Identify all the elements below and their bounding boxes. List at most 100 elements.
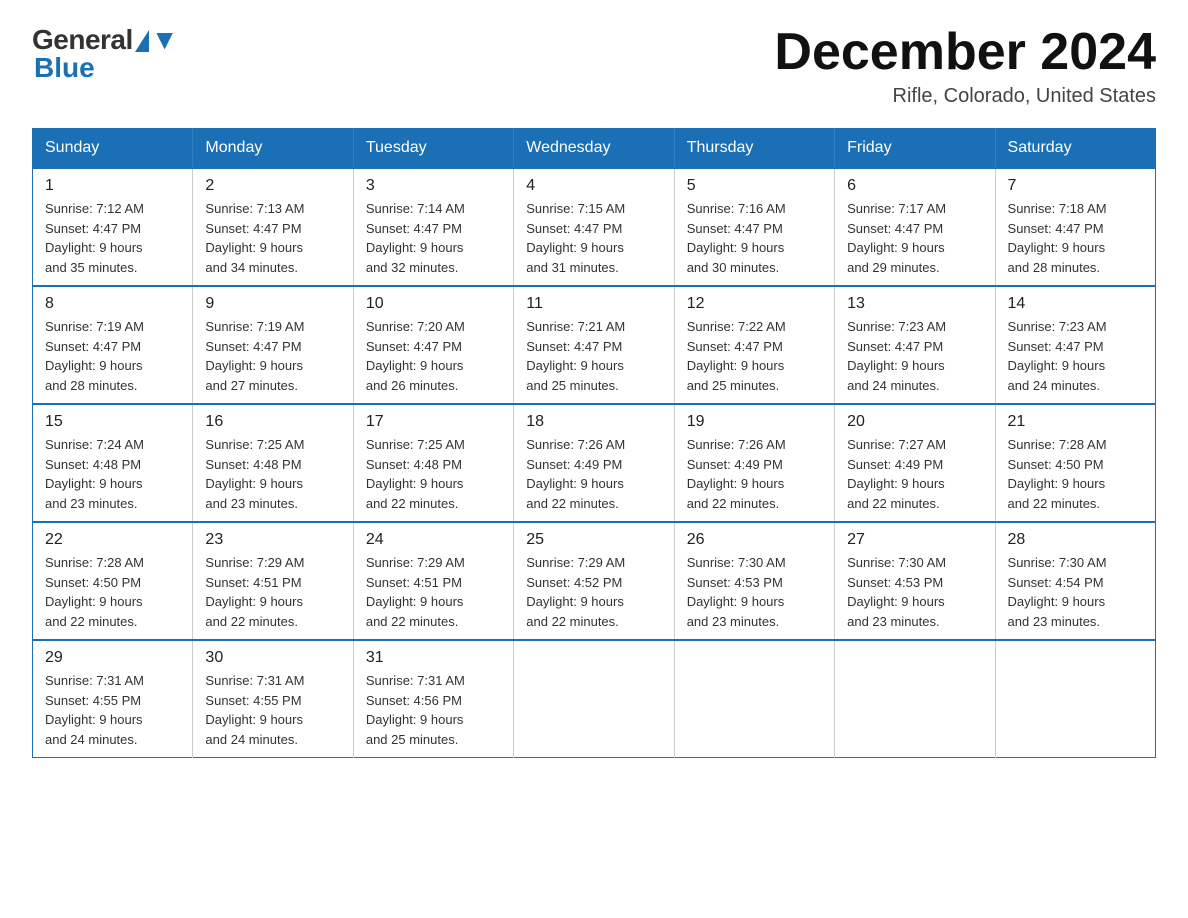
day-number: 25 [526, 531, 661, 549]
calendar-cell: 7 Sunrise: 7:18 AMSunset: 4:47 PMDaylight… [995, 168, 1155, 286]
day-number: 4 [526, 177, 661, 195]
day-number: 22 [45, 531, 180, 549]
day-number: 26 [687, 531, 822, 549]
calendar-table: SundayMondayTuesdayWednesdayThursdayFrid… [32, 128, 1156, 758]
day-info: Sunrise: 7:30 AMSunset: 4:54 PMDaylight:… [1008, 553, 1143, 631]
day-number: 16 [205, 413, 340, 431]
day-number: 19 [687, 413, 822, 431]
day-info: Sunrise: 7:24 AMSunset: 4:48 PMDaylight:… [45, 435, 180, 513]
day-info: Sunrise: 7:25 AMSunset: 4:48 PMDaylight:… [366, 435, 501, 513]
day-info: Sunrise: 7:30 AMSunset: 4:53 PMDaylight:… [687, 553, 822, 631]
calendar-cell: 16Sunrise: 7:25 AMSunset: 4:48 PMDayligh… [193, 404, 353, 522]
day-info: Sunrise: 7:21 AMSunset: 4:47 PMDaylight:… [526, 317, 661, 395]
calendar-cell: 4Sunrise: 7:15 AMSunset: 4:47 PMDaylight… [514, 168, 674, 286]
calendar-cell: 19 Sunrise: 7:26 AMSunset: 4:49 PMDayligh… [674, 404, 834, 522]
day-info: Sunrise: 7:27 AMSunset: 4:49 PMDaylight:… [847, 435, 982, 513]
day-info: Sunrise: 7:28 AMSunset: 4:50 PMDaylight:… [1008, 435, 1143, 513]
calendar-cell: 31 Sunrise: 7:31 AMSunset: 4:56 PMDayligh… [353, 640, 513, 758]
calendar-cell: 21 Sunrise: 7:28 AMSunset: 4:50 PMDayligh… [995, 404, 1155, 522]
calendar-header-row: SundayMondayTuesdayWednesdayThursdayFrid… [33, 129, 1156, 169]
day-number: 1 [45, 177, 180, 195]
day-info: Sunrise: 7:12 AMSunset: 4:47 PMDaylight:… [45, 199, 180, 277]
day-number: 13 [847, 295, 982, 313]
day-number: 28 [1008, 531, 1143, 549]
day-info: Sunrise: 7:29 AMSunset: 4:51 PMDaylight:… [205, 553, 340, 631]
day-info: Sunrise: 7:30 AMSunset: 4:53 PMDaylight:… [847, 553, 982, 631]
month-title: December 2024 [774, 24, 1156, 81]
title-section: December 2024 Rifle, Colorado, United St… [774, 24, 1156, 108]
day-number: 2 [205, 177, 340, 195]
logo-bottom-text: Blue [34, 52, 95, 84]
calendar-cell: 14 Sunrise: 7:23 AMSunset: 4:47 PMDayligh… [995, 286, 1155, 404]
header-wednesday: Wednesday [514, 129, 674, 169]
calendar-cell: 13 Sunrise: 7:23 AMSunset: 4:47 PMDayligh… [835, 286, 995, 404]
day-info: Sunrise: 7:26 AMSunset: 4:49 PMDaylight:… [526, 435, 661, 513]
header-saturday: Saturday [995, 129, 1155, 169]
day-info: Sunrise: 7:20 AMSunset: 4:47 PMDaylight:… [366, 317, 501, 395]
day-info: Sunrise: 7:31 AMSunset: 4:55 PMDaylight:… [45, 671, 180, 749]
day-info: Sunrise: 7:14 AMSunset: 4:47 PMDaylight:… [366, 199, 501, 277]
day-number: 15 [45, 413, 180, 431]
day-info: Sunrise: 7:23 AMSunset: 4:47 PMDaylight:… [847, 317, 982, 395]
calendar-cell: 8 Sunrise: 7:19 AMSunset: 4:47 PMDaylight… [33, 286, 193, 404]
calendar-cell: 10 Sunrise: 7:20 AMSunset: 4:47 PMDayligh… [353, 286, 513, 404]
day-number: 6 [847, 177, 982, 195]
day-info: Sunrise: 7:31 AMSunset: 4:55 PMDaylight:… [205, 671, 340, 749]
calendar-cell: 6 Sunrise: 7:17 AMSunset: 4:47 PMDaylight… [835, 168, 995, 286]
calendar-cell: 28 Sunrise: 7:30 AMSunset: 4:54 PMDayligh… [995, 522, 1155, 640]
day-number: 18 [526, 413, 661, 431]
day-info: Sunrise: 7:16 AMSunset: 4:47 PMDaylight:… [687, 199, 822, 277]
calendar-cell: 23Sunrise: 7:29 AMSunset: 4:51 PMDayligh… [193, 522, 353, 640]
calendar-cell: 17 Sunrise: 7:25 AMSunset: 4:48 PMDayligh… [353, 404, 513, 522]
logo: General ▼ Blue [32, 24, 179, 84]
header-thursday: Thursday [674, 129, 834, 169]
day-number: 14 [1008, 295, 1143, 313]
day-info: Sunrise: 7:17 AMSunset: 4:47 PMDaylight:… [847, 199, 982, 277]
day-info: Sunrise: 7:23 AMSunset: 4:47 PMDaylight:… [1008, 317, 1143, 395]
day-info: Sunrise: 7:22 AMSunset: 4:47 PMDaylight:… [687, 317, 822, 395]
calendar-cell: 29 Sunrise: 7:31 AMSunset: 4:55 PMDayligh… [33, 640, 193, 758]
day-info: Sunrise: 7:31 AMSunset: 4:56 PMDaylight:… [366, 671, 501, 749]
calendar-cell: 11 Sunrise: 7:21 AMSunset: 4:47 PMDayligh… [514, 286, 674, 404]
day-number: 10 [366, 295, 501, 313]
day-info: Sunrise: 7:28 AMSunset: 4:50 PMDaylight:… [45, 553, 180, 631]
calendar-cell: 22 Sunrise: 7:28 AMSunset: 4:50 PMDayligh… [33, 522, 193, 640]
day-number: 24 [366, 531, 501, 549]
calendar-cell: 18 Sunrise: 7:26 AMSunset: 4:49 PMDayligh… [514, 404, 674, 522]
location-text: Rifle, Colorado, United States [774, 85, 1156, 108]
calendar-cell: 26 Sunrise: 7:30 AMSunset: 4:53 PMDayligh… [674, 522, 834, 640]
day-number: 8 [45, 295, 180, 313]
day-number: 30 [205, 649, 340, 667]
day-info: Sunrise: 7:29 AMSunset: 4:52 PMDaylight:… [526, 553, 661, 631]
day-number: 17 [366, 413, 501, 431]
day-number: 21 [1008, 413, 1143, 431]
day-number: 31 [366, 649, 501, 667]
header-tuesday: Tuesday [353, 129, 513, 169]
page-header: General ▼ Blue December 2024 Rifle, Colo… [32, 24, 1156, 108]
calendar-cell [514, 640, 674, 758]
day-number: 9 [205, 295, 340, 313]
day-info: Sunrise: 7:19 AMSunset: 4:47 PMDaylight:… [205, 317, 340, 395]
day-number: 5 [687, 177, 822, 195]
day-info: Sunrise: 7:13 AMSunset: 4:47 PMDaylight:… [205, 199, 340, 277]
day-number: 11 [526, 295, 661, 313]
day-number: 3 [366, 177, 501, 195]
week-row-3: 15 Sunrise: 7:24 AMSunset: 4:48 PMDayligh… [33, 404, 1156, 522]
day-number: 29 [45, 649, 180, 667]
day-info: Sunrise: 7:18 AMSunset: 4:47 PMDaylight:… [1008, 199, 1143, 277]
header-sunday: Sunday [33, 129, 193, 169]
day-info: Sunrise: 7:19 AMSunset: 4:47 PMDaylight:… [45, 317, 180, 395]
calendar-cell [674, 640, 834, 758]
day-info: Sunrise: 7:26 AMSunset: 4:49 PMDaylight:… [687, 435, 822, 513]
calendar-cell [835, 640, 995, 758]
calendar-cell: 2 Sunrise: 7:13 AMSunset: 4:47 PMDaylight… [193, 168, 353, 286]
day-info: Sunrise: 7:29 AMSunset: 4:51 PMDaylight:… [366, 553, 501, 631]
day-number: 7 [1008, 177, 1143, 195]
calendar-cell: 5 Sunrise: 7:16 AMSunset: 4:47 PMDaylight… [674, 168, 834, 286]
calendar-cell [995, 640, 1155, 758]
calendar-cell: 24 Sunrise: 7:29 AMSunset: 4:51 PMDayligh… [353, 522, 513, 640]
logo-arrow-icon [135, 30, 149, 52]
week-row-1: 1 Sunrise: 7:12 AMSunset: 4:47 PMDaylight… [33, 168, 1156, 286]
day-number: 27 [847, 531, 982, 549]
week-row-5: 29 Sunrise: 7:31 AMSunset: 4:55 PMDayligh… [33, 640, 1156, 758]
